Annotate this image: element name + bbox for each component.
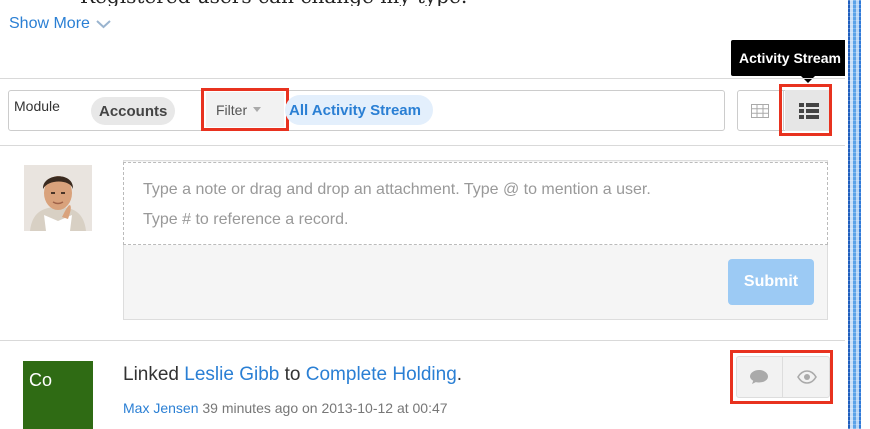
comment-button[interactable]: [736, 356, 783, 398]
grid-view-button[interactable]: [737, 90, 784, 131]
chevron-down-icon: [96, 20, 111, 29]
divider: [0, 340, 845, 341]
submit-button[interactable]: Submit: [728, 259, 814, 305]
record-badge: Co: [23, 361, 93, 429]
eye-icon: [797, 370, 817, 384]
avatar: [24, 165, 92, 231]
filter-label: Filter: [216, 101, 248, 118]
activity-connector: to: [284, 364, 301, 385]
target-record-link[interactable]: Complete Holding: [306, 364, 457, 385]
activity-prefix: Linked: [123, 364, 179, 385]
activity-suffix: .: [456, 364, 463, 385]
list-view-button[interactable]: [785, 90, 832, 131]
note-input[interactable]: Type a note or drag and drop an attachme…: [123, 162, 828, 245]
author-link[interactable]: Max Jensen: [123, 400, 198, 416]
comment-icon: [750, 370, 768, 384]
stream-filter-pill[interactable]: All Activity Stream: [285, 95, 433, 125]
grid-view-icon: [751, 103, 769, 118]
show-more-link[interactable]: Show More: [9, 15, 111, 33]
module-select[interactable]: Accounts: [91, 97, 176, 125]
activity-meta: Max Jensen 39 minutes ago on 2013-10-12 …: [123, 400, 448, 416]
list-view-icon: [798, 102, 819, 119]
note-placeholder-line1: Type a note or drag and drop an attachme…: [143, 181, 651, 198]
divider: [0, 78, 845, 79]
window-edge: [845, 0, 870, 429]
show-more-label: Show More: [9, 15, 90, 32]
linked-record-link[interactable]: Leslie Gibb: [184, 364, 279, 385]
note-placeholder-line2: Type # to reference a record.: [143, 211, 349, 228]
activity-message: Linked Leslie Gibb to Complete Holding.: [123, 364, 462, 386]
activity-time: 39 minutes ago on 2013-10-12 at 00:47: [202, 400, 448, 416]
caret-down-icon: [253, 107, 262, 112]
module-label: Module: [14, 98, 60, 114]
eye-button[interactable]: [784, 356, 830, 398]
divider: [0, 145, 845, 146]
clipped-top-text: Registered users can change my type:: [0, 0, 845, 6]
filter-dropdown[interactable]: Filter: [206, 92, 284, 127]
